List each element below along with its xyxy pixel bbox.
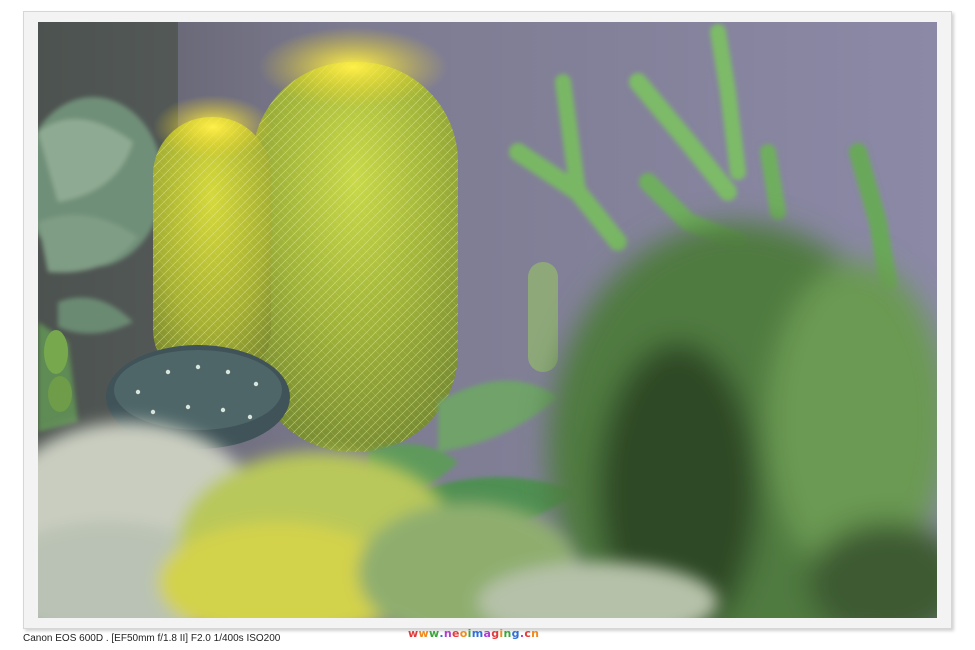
cactus-photo (38, 22, 937, 618)
exif-caption: Canon EOS 600D . [EF50mm f/1.8 II] F2.0 … (23, 633, 281, 644)
watermark-letter: c (524, 627, 532, 640)
watermark-letter: g (511, 627, 520, 640)
short-cactus (153, 95, 273, 387)
watermark-letter: w (428, 627, 440, 640)
watermark-letter: n (531, 627, 540, 640)
watermark-letter: m (471, 627, 484, 640)
watermark-letter: n (443, 627, 453, 640)
watermark-letter: n (503, 627, 512, 640)
watermark-letter: a (483, 627, 492, 640)
watermark-letter: o (459, 627, 468, 640)
watermark-letter: e (452, 627, 460, 640)
watermark-letter: g (491, 627, 500, 640)
watermark-letter: w (408, 627, 419, 640)
watermark-text: www.neoimaging.cn (408, 627, 539, 640)
watermark-letter: w (418, 627, 429, 640)
